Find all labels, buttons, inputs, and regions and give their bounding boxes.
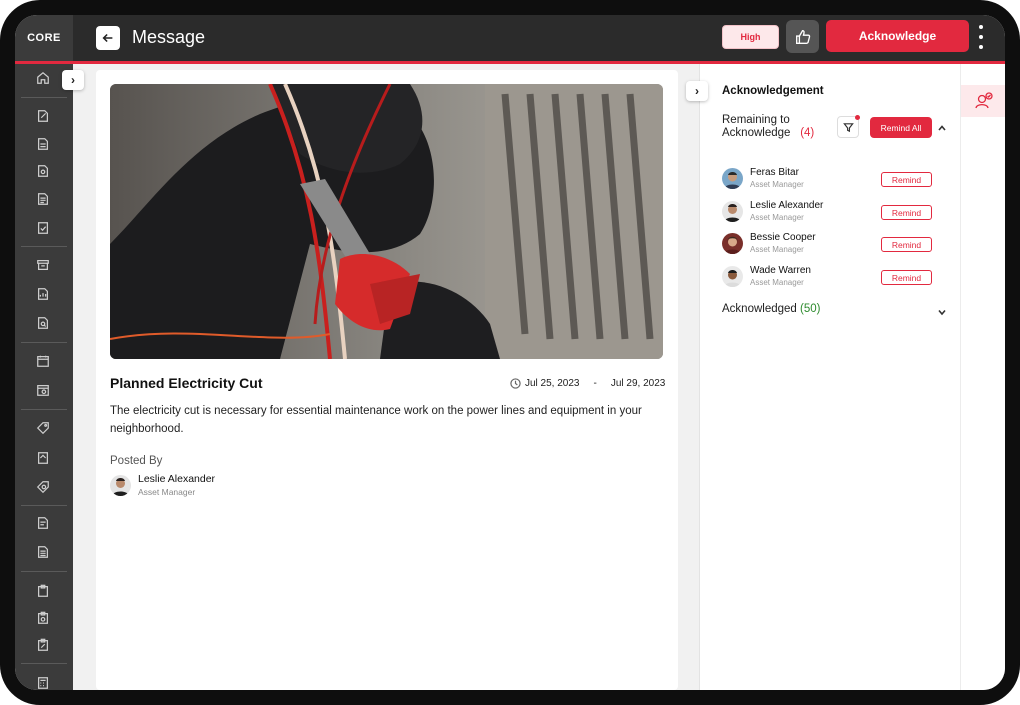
end-date: Jul 29, 2023 <box>610 378 666 389</box>
remind-button[interactable]: Remind <box>881 270 932 285</box>
remaining-count: (4) <box>800 127 815 139</box>
right-rail <box>960 64 1005 690</box>
clipboard-search-icon[interactable] <box>35 610 51 626</box>
clock-icon <box>510 378 521 389</box>
person-role: Asset Manager <box>750 213 804 222</box>
post-author: Leslie Alexander Asset Manager <box>110 473 215 497</box>
panel-collapse-toggle[interactable]: › <box>686 81 708 101</box>
person-name: Leslie Alexander <box>750 200 824 211</box>
start-date: Jul 25, 2023 <box>525 378 580 389</box>
post-body: The electricity cut is necessary for ess… <box>110 405 642 435</box>
edit-document-icon[interactable] <box>35 108 51 124</box>
acknowledgement-title: Acknowledgement <box>722 85 824 97</box>
app-screen: CORE › Message High Acknowledge Planned … <box>15 15 1005 690</box>
acknowledged-label: Acknowledged <box>722 303 797 315</box>
person-name: Bessie Cooper <box>750 232 816 243</box>
chevron-up-icon[interactable] <box>937 120 949 132</box>
person-role: Asset Manager <box>750 245 804 254</box>
list-edit-icon[interactable] <box>35 515 51 531</box>
report-icon[interactable] <box>35 286 51 302</box>
document-check-icon[interactable] <box>35 220 51 236</box>
page-title: Message <box>132 27 206 47</box>
avatar <box>722 167 743 189</box>
arrow-left-icon <box>102 33 113 43</box>
remind-button[interactable]: Remind <box>881 237 932 252</box>
remind-all-button[interactable]: Remind All <box>870 117 932 138</box>
remaining-label: Remaining to Acknowledge <box>722 114 791 139</box>
more-options-icon[interactable] <box>976 25 986 49</box>
thumbs-up-icon <box>795 29 810 44</box>
sidebar: CORE <box>15 15 73 690</box>
document-icon[interactable] <box>35 136 51 152</box>
user-check-icon <box>974 92 993 109</box>
avatar <box>722 265 743 287</box>
sidebar-expand-toggle[interactable]: › <box>62 70 84 90</box>
filter-button[interactable] <box>837 115 860 138</box>
acknowledgement-panel: › Acknowledgement Remaining to Acknowled… <box>686 64 960 690</box>
list-item: Leslie Alexander Asset Manager <box>722 200 823 222</box>
sidebar-divider <box>21 571 67 572</box>
priority-badge: High <box>722 25 779 49</box>
chevron-down-icon[interactable] <box>937 304 949 316</box>
remaining-section-header: Remaining to Acknowledge (4) <box>722 114 814 140</box>
tag-edit-icon[interactable] <box>35 420 51 436</box>
person-name: Feras Bitar <box>750 167 799 178</box>
avatar <box>722 200 743 222</box>
app-logo: CORE <box>27 32 61 44</box>
acknowledged-section-header[interactable]: Acknowledged (50) <box>722 303 820 315</box>
sidebar-divider <box>21 409 67 410</box>
document-settings-icon[interactable] <box>35 163 51 179</box>
message-hero-image <box>110 84 663 359</box>
posted-by-label: Posted By <box>110 455 163 467</box>
list-item: Wade Warren Asset Manager <box>722 265 811 287</box>
calendar-document-icon[interactable] <box>35 353 51 369</box>
calendar-search-icon[interactable] <box>35 382 51 398</box>
list-item: Feras Bitar Asset Manager <box>722 167 804 189</box>
back-button[interactable] <box>96 26 120 50</box>
tag-document-icon[interactable] <box>35 450 51 466</box>
sidebar-divider <box>21 505 67 506</box>
post-date-range: Jul 25, 2023 - Jul 29, 2023 <box>510 378 665 389</box>
avatar <box>722 232 743 254</box>
document-list-icon[interactable] <box>35 191 51 207</box>
archive-icon[interactable] <box>35 257 51 273</box>
sidebar-divider <box>21 246 67 247</box>
like-button[interactable] <box>786 20 819 53</box>
list-item: Bessie Cooper Asset Manager <box>722 232 816 254</box>
person-name: Wade Warren <box>750 265 811 276</box>
acknowledged-count: (50) <box>800 303 821 315</box>
author-name[interactable]: Leslie Alexander <box>138 473 215 485</box>
home-icon[interactable] <box>35 70 51 86</box>
rail-item-acknowledgement[interactable] <box>961 85 1005 117</box>
remind-button[interactable]: Remind <box>881 205 932 220</box>
person-role: Asset Manager <box>750 278 804 287</box>
clipboard-edit-icon[interactable] <box>35 637 51 653</box>
calculator-icon[interactable] <box>35 675 51 690</box>
filter-active-dot <box>855 115 860 120</box>
logo-accent-bar <box>15 61 73 64</box>
top-header: Message High Acknowledge <box>73 15 1005 61</box>
person-role: Asset Manager <box>750 180 804 189</box>
message-card: Planned Electricity Cut Jul 25, 2023 - J… <box>96 70 678 690</box>
device-frame: CORE › Message High Acknowledge Planned … <box>0 0 1020 705</box>
avatar <box>110 474 131 496</box>
sidebar-divider <box>21 97 67 98</box>
remind-button[interactable]: Remind <box>881 172 932 187</box>
clipboard-icon[interactable] <box>35 583 51 599</box>
author-role: Asset Manager <box>138 487 196 497</box>
date-separator: - <box>593 378 597 389</box>
report-search-icon[interactable] <box>35 315 51 331</box>
sidebar-divider <box>21 663 67 664</box>
acknowledge-button[interactable]: Acknowledge <box>826 20 969 52</box>
post-title: Planned Electricity Cut <box>110 375 263 391</box>
tag-settings-icon[interactable] <box>35 479 51 495</box>
list-icon[interactable] <box>35 544 51 560</box>
filter-icon <box>842 122 854 132</box>
sidebar-divider <box>21 342 67 343</box>
